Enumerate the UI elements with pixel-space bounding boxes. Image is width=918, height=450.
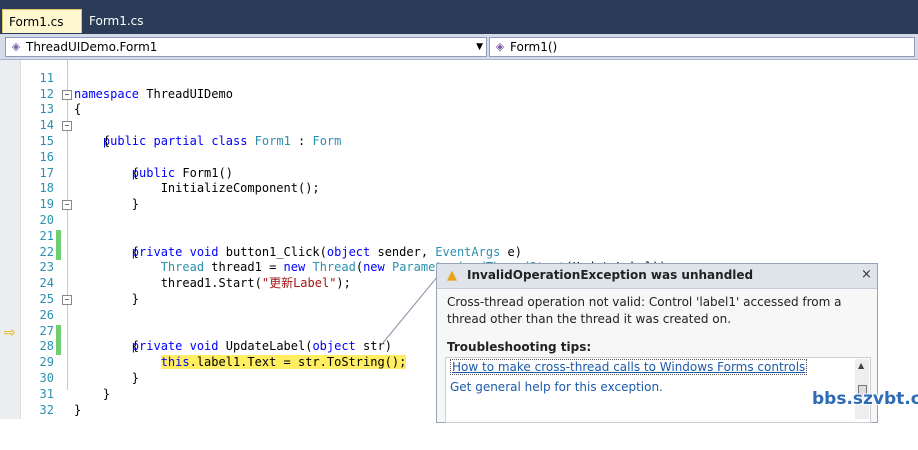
tip-link-general-help[interactable]: Get general help for this exception. (450, 380, 663, 394)
tab-form1-design[interactable]: Form1.cs [Design] (83, 9, 195, 52)
member-selector-value: Form1() (510, 40, 558, 54)
chevron-down-icon[interactable]: ▼ (476, 38, 483, 56)
warning-icon: ▲ (447, 268, 457, 283)
code-line: 19 (39, 197, 54, 212)
document-tab-strip: Form1.cs Form1.cs [Design] (0, 0, 918, 52)
troubleshooting-list[interactable]: How to make cross-thread calls to Window… (445, 357, 871, 423)
code-line: 14 { (39, 118, 111, 148)
callout-connector (381, 275, 439, 345)
class-icon: ◈ (11, 40, 21, 53)
collapse-icon[interactable]: − (62, 121, 72, 132)
tab-form1-cs[interactable]: Form1.cs (2, 9, 82, 33)
member-selector-dropdown[interactable]: ◈ Form1() (489, 37, 915, 57)
code-line: 16 { (39, 149, 140, 180)
troubleshooting-heading: Troubleshooting tips: (447, 340, 592, 354)
tip-link-cross-thread[interactable]: How to make cross-thread calls to Window… (450, 359, 808, 375)
code-line: 21 { (39, 228, 140, 259)
type-selector-value: ThreadUIDemo.Form1 (26, 40, 158, 54)
code-line: 23 thread1.Start("更新Label"); (39, 260, 351, 291)
code-line: 11 namespace ThreadUIDemo (39, 70, 233, 101)
exception-title: InvalidOperationException was unhandled (467, 268, 754, 282)
code-line: 13 − public partial class Form1 : Form (39, 89, 342, 148)
collapse-icon[interactable]: − (62, 200, 72, 211)
close-icon[interactable]: × (861, 267, 872, 282)
code-line: 22 Thread thread1 = new Thread(new Param… (39, 244, 674, 275)
collapse-icon[interactable]: − (62, 89, 72, 100)
code-line: 17 InitializeComponent(); (39, 165, 320, 196)
scroll-up-icon[interactable]: ▲ (858, 361, 864, 370)
code-line: 15 − public Form1() (39, 121, 233, 180)
exception-header: ▲ InvalidOperationException was unhandle… (437, 264, 877, 289)
code-line: 20 − private void button1_Click(object s… (39, 200, 522, 259)
type-selector-dropdown[interactable]: ◈ ThreadUIDemo.Form1 ▼ (5, 37, 487, 57)
exception-message: Cross-thread operation not valid: Contro… (447, 295, 842, 326)
code-line: 12 { (39, 86, 82, 117)
watermark: bbs.szvbt.com (812, 389, 918, 409)
code-line: 18 } (39, 181, 140, 212)
collapse-icon[interactable]: − (62, 295, 72, 305)
method-icon: ◈ (495, 40, 505, 53)
